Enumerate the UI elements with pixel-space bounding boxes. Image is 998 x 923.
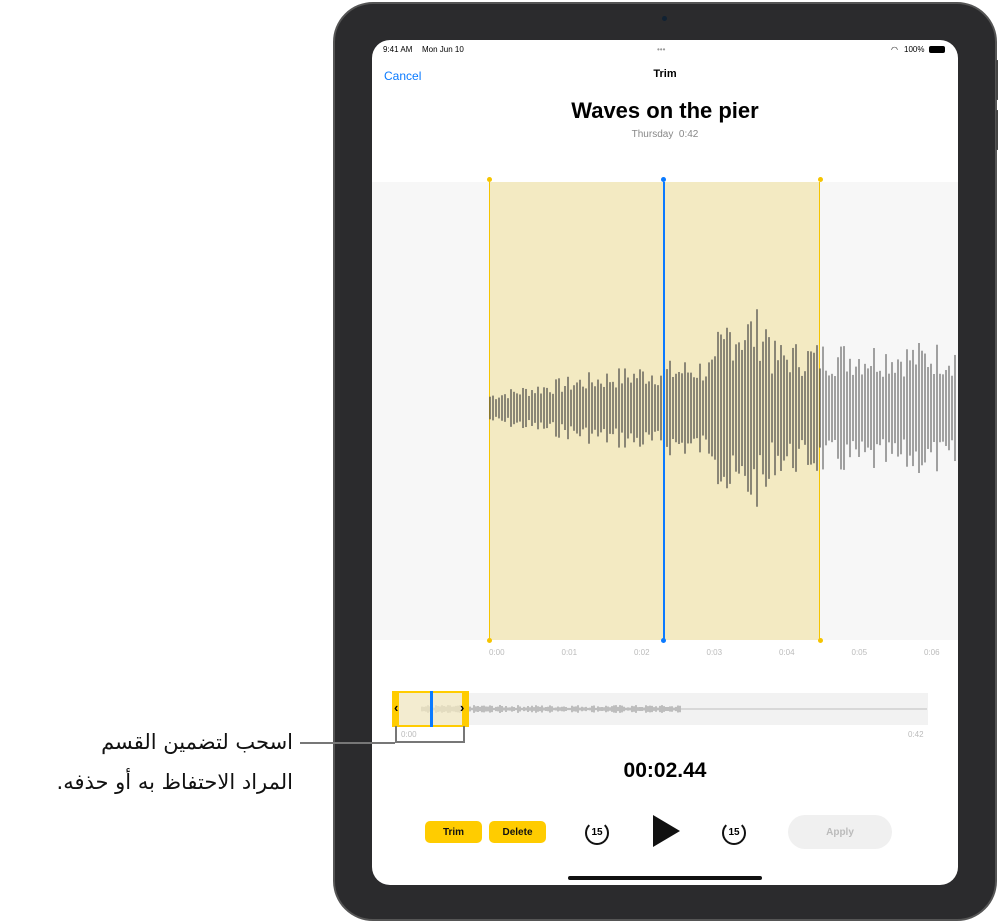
chevron-left-icon[interactable]: ‹ <box>394 700 398 715</box>
status-time: 9:41 AM <box>383 45 413 54</box>
trim-end-handle[interactable] <box>818 177 823 182</box>
timeline-tick: 0:06 <box>924 648 940 657</box>
timeline-tick: 0:02 <box>634 648 650 657</box>
recording-title[interactable]: Waves on the pier <box>372 98 958 124</box>
overview-playhead[interactable] <box>430 691 433 727</box>
waveform <box>489 309 956 507</box>
playhead[interactable] <box>663 182 665 640</box>
multitask-dots[interactable]: ••• <box>657 45 665 54</box>
screen: 9:41 AM Mon Jun 10 ••• ◠ 100% Cancel Tri… <box>372 40 958 885</box>
trim-start-handle[interactable] <box>487 638 492 643</box>
status-date: Mon Jun 10 <box>422 45 464 54</box>
recording-duration: 0:42 <box>678 129 699 140</box>
apply-button[interactable]: Apply <box>788 815 892 849</box>
timeline-tick: 0:03 <box>706 648 723 657</box>
timeline-tick: 0:00 <box>489 648 505 657</box>
overview-end: 0:42 <box>908 730 924 739</box>
battery-icon <box>929 46 945 53</box>
skip-back-15-icon[interactable]: 15 <box>585 821 609 845</box>
nav-title: Trim <box>653 68 677 80</box>
camera <box>662 16 667 21</box>
chevron-right-icon[interactable]: › <box>460 700 464 715</box>
timeline-tick: 0:01 <box>561 648 578 657</box>
skip-back-label: 15 <box>591 827 603 838</box>
overview-bars <box>421 705 927 713</box>
callout-bracket <box>395 726 465 743</box>
play-icon[interactable] <box>653 815 680 847</box>
wifi-icon: ◠ <box>891 45 898 54</box>
callout-line1: اسحب لتضمين القسم <box>101 730 293 754</box>
callout-line2: المراد الاحتفاظ به أو حذفه. <box>56 770 293 794</box>
timeline-tick: 0:04 <box>779 648 795 657</box>
trim-button[interactable]: Trim <box>425 821 482 843</box>
delete-button[interactable]: Delete <box>489 821 546 843</box>
trim-end-handle[interactable] <box>818 638 823 643</box>
playhead-handle[interactable] <box>661 177 666 182</box>
trim-start-handle[interactable] <box>487 177 492 182</box>
timeline-tick: 0:05 <box>851 648 868 657</box>
callout-leader <box>300 742 395 744</box>
playback-time: 00:02.44 <box>623 759 707 782</box>
skip-forward-label: 15 <box>728 827 740 838</box>
recording-meta: Thursday 0:42 <box>372 129 958 140</box>
skip-forward-15-icon[interactable]: 15 <box>722 821 746 845</box>
home-indicator[interactable] <box>568 876 762 880</box>
battery-level: 100% <box>904 45 925 54</box>
recording-day: Thursday <box>631 129 674 140</box>
playhead-handle[interactable] <box>661 638 666 643</box>
